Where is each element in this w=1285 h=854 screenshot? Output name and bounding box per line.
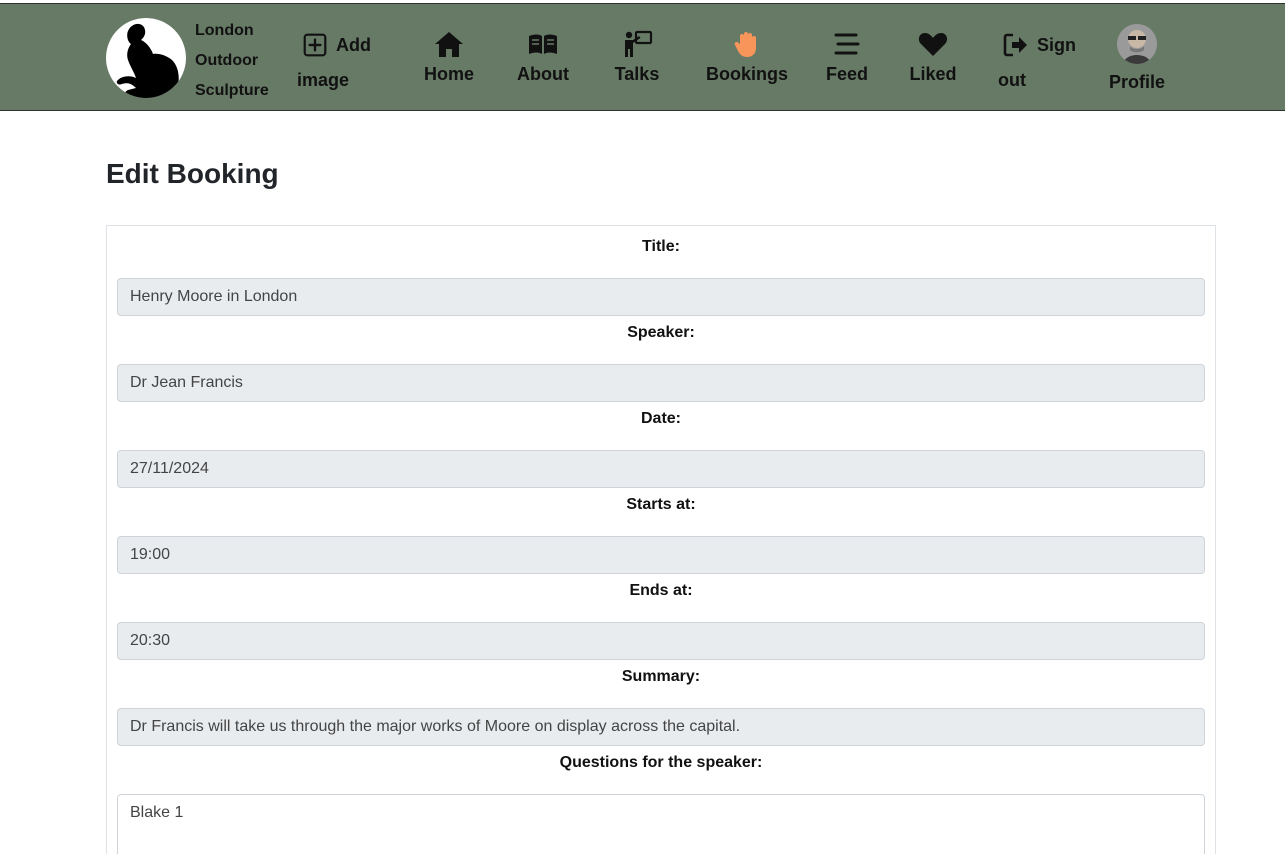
brand-line: London xyxy=(195,22,254,39)
nav-liked[interactable]: Liked xyxy=(908,30,958,85)
heart-icon xyxy=(917,30,949,58)
nav-about-label: About xyxy=(517,64,569,84)
top-navbar: London Outdoor Sculpture Add image Home … xyxy=(0,3,1285,111)
nav-home[interactable]: Home xyxy=(422,30,476,85)
nav-sign-out-label: out xyxy=(998,70,1026,90)
speaker-input[interactable]: Dr Jean Francis xyxy=(117,364,1205,402)
presenter-icon xyxy=(621,30,653,58)
speaker-field-group: Speaker: Dr Jean Francis xyxy=(117,322,1205,402)
end-time-field-group: Ends at: 20:30 xyxy=(117,580,1205,660)
thinker-logo[interactable] xyxy=(106,18,186,98)
start-time-input[interactable]: 19:00 xyxy=(117,536,1205,574)
nav-sign-out-label: Sign xyxy=(1037,34,1076,55)
home-icon xyxy=(433,30,465,58)
summary-input[interactable]: Dr Francis will take us through the majo… xyxy=(117,708,1205,746)
questions-field-group: Questions for the speaker: Blake 1 xyxy=(117,752,1205,854)
nav-add-image[interactable]: Add image xyxy=(297,32,371,91)
speaker-label: Speaker: xyxy=(627,324,695,341)
end-time-label: Ends at: xyxy=(629,582,693,599)
questions-textarea[interactable]: Blake 1 xyxy=(117,794,1205,854)
title-input[interactable]: Henry Moore in London xyxy=(117,278,1205,316)
brand-line: Sculpture xyxy=(195,82,269,99)
title-field-group: Title: Henry Moore in London xyxy=(117,236,1205,316)
brand-line: Outdoor xyxy=(195,52,259,69)
plus-square-icon xyxy=(302,32,328,58)
nav-profile[interactable]: Profile xyxy=(1106,24,1168,93)
date-field-group: Date: 27/11/2024 xyxy=(117,408,1205,488)
avatar xyxy=(1117,24,1157,64)
nav-profile-label: Profile xyxy=(1108,72,1165,92)
hand-icon xyxy=(731,30,763,58)
questions-label: Questions for the speaker: xyxy=(559,754,763,771)
nav-add-image-label: image xyxy=(297,70,350,90)
nav-talks-label: Talks xyxy=(614,64,660,84)
summary-field-group: Summary: Dr Francis will take us through… xyxy=(117,666,1205,746)
start-time-field-group: Starts at: 19:00 xyxy=(117,494,1205,574)
sign-out-icon xyxy=(1003,32,1029,58)
edit-booking-form: Title: Henry Moore in London Speaker: Dr… xyxy=(106,225,1216,854)
date-label: Date: xyxy=(640,410,681,427)
start-time-label: Starts at: xyxy=(626,496,696,513)
summary-label: Summary: xyxy=(621,668,701,685)
nav-add-image-label: Add xyxy=(336,34,371,55)
nav-feed[interactable]: Feed xyxy=(824,30,870,85)
date-input[interactable]: 27/11/2024 xyxy=(117,450,1205,488)
nav-bookings-label: Bookings xyxy=(705,64,788,84)
nav-sign-out[interactable]: Sign out xyxy=(998,32,1076,91)
nav-talks[interactable]: Talks xyxy=(612,30,662,85)
stream-icon xyxy=(831,30,863,58)
title-label: Title: xyxy=(642,238,680,255)
book-open-icon xyxy=(527,30,559,58)
nav-liked-label: Liked xyxy=(909,64,957,84)
end-time-input[interactable]: 20:30 xyxy=(117,622,1205,660)
nav-about[interactable]: About xyxy=(515,30,571,85)
brand-name[interactable]: London Outdoor Sculpture xyxy=(195,16,285,106)
page-title: Edit Booking xyxy=(106,158,279,189)
nav-home-label: Home xyxy=(423,64,474,84)
nav-feed-label: Feed xyxy=(825,64,868,84)
nav-bookings[interactable]: Bookings xyxy=(704,30,790,85)
